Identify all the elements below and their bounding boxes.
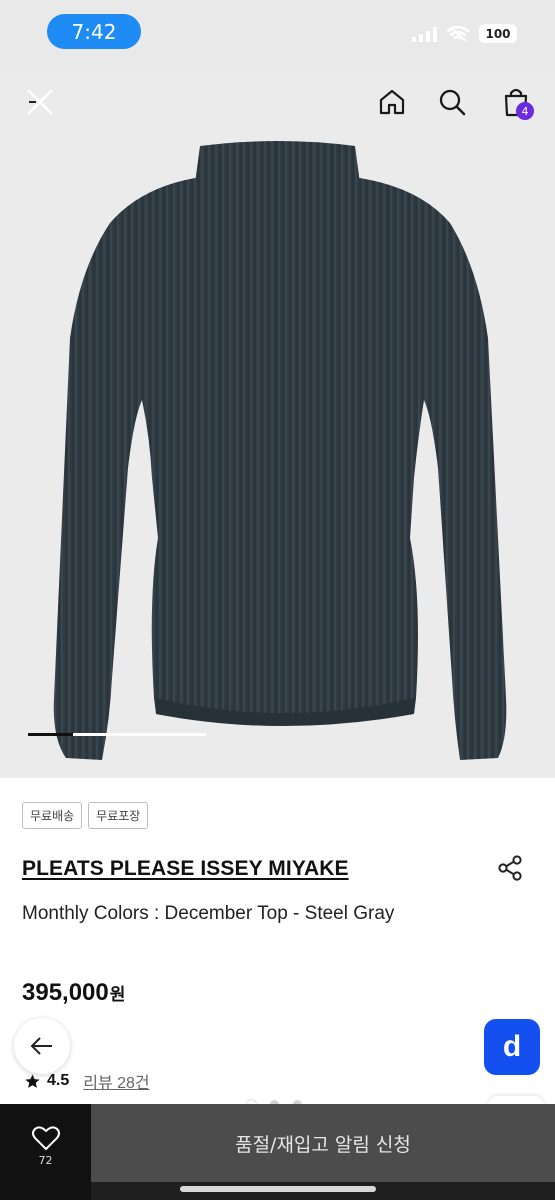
heart-icon: [31, 1126, 60, 1150]
share-button[interactable]: [492, 850, 528, 886]
restock-alert-button[interactable]: 품절/재입고 알림 신청: [91, 1104, 555, 1182]
tag-free-wrapping: 무료포장: [88, 802, 149, 829]
battery-icon: 100: [479, 24, 517, 43]
home-icon: [379, 89, 405, 115]
product-photo: [53, 141, 507, 760]
top-nav: 4: [0, 66, 555, 138]
search-button[interactable]: [430, 80, 474, 124]
price: 395,000 원: [22, 979, 125, 1007]
wifi-icon: [447, 25, 469, 42]
brand-link[interactable]: PLEATS PLEASE ISSEY MIYAKE: [22, 857, 349, 881]
product-details: 무료배송 무료포장 PLEATS PLEASE ISSEY MIYAKE Mon…: [0, 778, 555, 1112]
status-bar: 7:42 100: [0, 0, 555, 66]
like-count: 72: [38, 1154, 53, 1167]
d-logo: d: [502, 1030, 522, 1063]
cart-button[interactable]: 4: [494, 80, 538, 124]
close-button[interactable]: [18, 80, 62, 124]
close-icon: [27, 89, 53, 115]
status-time: 7:42: [47, 14, 141, 49]
rating-row: 4.5 리뷰 28건: [24, 1069, 150, 1093]
product-image-carousel[interactable]: 4: [0, 66, 555, 778]
bottom-action-bar: 72 품절/재입고 알림 신청: [0, 1104, 555, 1200]
search-icon: [439, 89, 466, 116]
price-unit: 원: [109, 985, 126, 1004]
product-name: Monthly Colors : December Top - Steel Gr…: [22, 903, 395, 924]
tag-list: 무료배송 무료포장: [22, 802, 149, 829]
home-button[interactable]: [370, 80, 414, 124]
review-link[interactable]: 리뷰 28건: [83, 1069, 149, 1093]
star-icon: [25, 1073, 40, 1088]
carousel-progress-fill: [28, 733, 73, 736]
carousel-progress: [28, 733, 206, 736]
tag-free-shipping: 무료배송: [22, 802, 83, 829]
d-app-button[interactable]: d: [484, 1019, 540, 1075]
status-icons: 100: [412, 24, 517, 43]
cart-count-badge: 4: [516, 102, 534, 120]
rating-score: 4.5: [47, 1072, 70, 1089]
home-indicator: [180, 1186, 376, 1192]
price-value: 395,000: [22, 979, 109, 1006]
share-icon: [498, 855, 522, 881]
arrow-left-icon: [30, 1037, 52, 1055]
back-button[interactable]: [14, 1018, 70, 1074]
like-button[interactable]: 72: [0, 1104, 91, 1200]
signal-icon: [412, 26, 437, 42]
